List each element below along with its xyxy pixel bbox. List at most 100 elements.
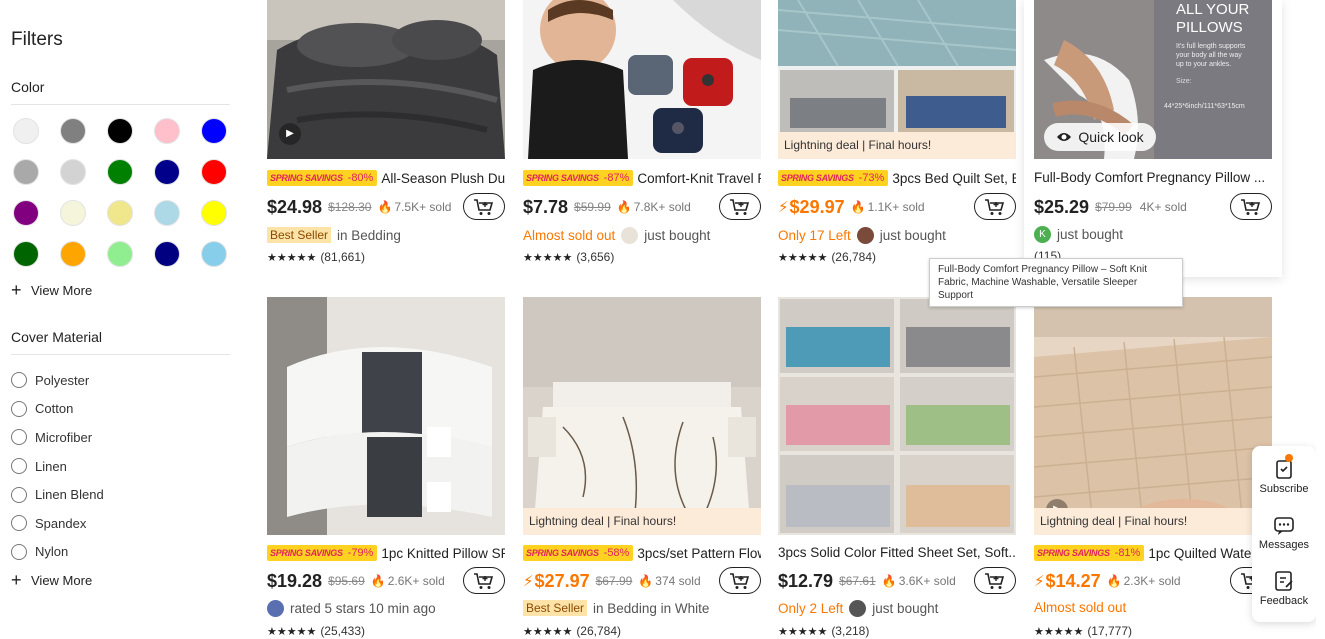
color-swatch[interactable]	[60, 200, 86, 226]
messages-label: Messages	[1258, 539, 1310, 551]
add-to-cart-button[interactable]	[719, 567, 761, 594]
category-text[interactable]: in Bedding	[337, 228, 401, 243]
radio-button[interactable]	[11, 515, 27, 532]
play-icon[interactable]: ▶	[279, 123, 301, 145]
add-to-cart-button[interactable]	[463, 567, 505, 594]
lightning-icon: ⚡	[1034, 573, 1045, 590]
title-text: 3pcs Solid Color Fitted Sheet Set, Soft.…	[778, 545, 1016, 560]
cart-icon	[985, 198, 1005, 215]
product-image[interactable]	[778, 297, 1016, 535]
rating-row: ★★★★★ (17,777)	[1034, 624, 1132, 638]
product-card[interactable]: ▶ SPRING SAVINGS -80% All-Season Plush Du…	[267, 0, 505, 280]
radio-button[interactable]	[11, 429, 27, 446]
color-swatch[interactable]	[60, 118, 86, 144]
product-title[interactable]: SPRING SAVINGS-73% 3pcs Bed Quilt Set, B…	[778, 170, 1016, 186]
material-label: Spandex	[35, 515, 87, 531]
product-title[interactable]: SPRING SAVINGS-81% 1pc Quilted Waterproo…	[1034, 545, 1272, 561]
price-row: $24.98 $128.30 🔥 7.5K+ sold	[267, 193, 505, 221]
color-swatch[interactable]	[154, 200, 180, 226]
product-title[interactable]: SPRING SAVINGS-58% 3pcs/set Pattern Flow…	[523, 545, 761, 561]
old-price: $67.99	[595, 574, 633, 588]
meta-row: K just bought	[1034, 226, 1272, 243]
color-swatch[interactable]	[154, 159, 180, 185]
radio-button[interactable]	[11, 543, 27, 560]
color-swatches	[13, 118, 233, 267]
lightning-deal-banner: Lightning deal | Final hours!	[778, 132, 1016, 159]
product-image[interactable]	[523, 0, 761, 159]
material-option-linen-blend[interactable]: Linen Blend	[11, 480, 104, 509]
title-text: 3pcs Bed Quilt Set, Bedspread...	[892, 170, 1016, 186]
color-swatch[interactable]	[201, 159, 227, 185]
price-row: $12.79 $67.61 🔥 3.6K+ sold	[778, 567, 1016, 595]
view-more-materials-button[interactable]: + View More	[11, 571, 92, 589]
product-card[interactable]: ▶ Lightning deal | Final hours! SPRING S…	[1034, 297, 1272, 639]
product-card[interactable]: 3pcs Solid Color Fitted Sheet Set, Soft.…	[778, 297, 1016, 639]
quick-look-button[interactable]: Quick look	[1044, 123, 1156, 151]
social-proof-text: just bought	[872, 601, 939, 616]
subscribe-button[interactable]: Subscribe	[1252, 456, 1316, 495]
color-swatch[interactable]	[13, 241, 39, 267]
material-option-cotton[interactable]: Cotton	[11, 395, 104, 424]
notification-dot	[1285, 454, 1293, 462]
discount-label: -73%	[856, 170, 889, 186]
product-title[interactable]: SPRING SAVINGS-80% All-Season Plush Duve…	[267, 170, 505, 186]
add-to-cart-button[interactable]	[974, 193, 1016, 220]
meta-row: Only 2 Left just bought	[778, 600, 1016, 617]
social-proof-text: just bought	[1057, 227, 1124, 242]
color-swatch[interactable]	[201, 200, 227, 226]
product-title[interactable]: SPRING SAVINGS-87% Comfort-Knit Travel P…	[523, 170, 761, 186]
product-image[interactable]	[267, 297, 505, 535]
product-card-hovered[interactable]: ALL YOUR PILLOWS It's full length support…	[1024, 0, 1282, 277]
material-option-nylon[interactable]: Nylon	[11, 538, 104, 567]
add-to-cart-button[interactable]	[719, 193, 761, 220]
product-card[interactable]: SPRING SAVINGS-79% 1pc Knitted Pillow SP…	[267, 297, 505, 639]
product-title-tooltip: Full-Body Comfort Pregnancy Pillow – Sof…	[929, 258, 1183, 307]
product-image[interactable]: Lightning deal | Final hours!	[523, 297, 761, 535]
add-to-cart-button[interactable]	[463, 193, 505, 220]
color-swatch[interactable]	[13, 159, 39, 185]
view-more-colors-button[interactable]: + View More	[11, 281, 92, 299]
category-text[interactable]: in Bedding in White	[593, 601, 709, 616]
product-card[interactable]: SPRING SAVINGS-87% Comfort-Knit Travel P…	[523, 0, 761, 280]
add-to-cart-button[interactable]	[974, 567, 1016, 594]
product-image[interactable]: ALL YOUR PILLOWS It's full length support…	[1034, 0, 1272, 159]
color-swatch[interactable]	[13, 118, 39, 144]
material-option-linen[interactable]: Linen	[11, 452, 104, 481]
color-swatch[interactable]	[107, 200, 133, 226]
color-swatch[interactable]	[107, 241, 133, 267]
material-option-microfiber[interactable]: Microfiber	[11, 423, 104, 452]
star-rating: ★★★★★	[1034, 625, 1084, 638]
color-swatch[interactable]	[107, 159, 133, 185]
product-card[interactable]: Lightning deal | Final hours! SPRING SAV…	[778, 0, 1016, 280]
radio-button[interactable]	[11, 400, 27, 417]
color-swatch[interactable]	[13, 200, 39, 226]
color-swatch[interactable]	[60, 241, 86, 267]
radio-button[interactable]	[11, 458, 27, 475]
material-option-spandex[interactable]: Spandex	[11, 509, 104, 538]
sold-count: 3.6K+ sold	[898, 574, 956, 588]
color-swatch[interactable]	[154, 118, 180, 144]
product-image[interactable]: Lightning deal | Final hours!	[778, 0, 1016, 159]
color-swatch[interactable]	[201, 118, 227, 144]
price-row: ⚡ $14.27 🔥 2.3K+ sold	[1034, 567, 1272, 595]
best-seller-tag: Best Seller	[267, 227, 332, 243]
product-title[interactable]: Full-Body Comfort Pregnancy Pillow ...	[1034, 170, 1272, 185]
color-swatch[interactable]	[60, 159, 86, 185]
old-price: $95.69	[328, 574, 365, 588]
feedback-button[interactable]: Feedback	[1252, 570, 1316, 607]
cart-icon	[474, 198, 494, 215]
color-swatch[interactable]	[201, 241, 227, 267]
add-to-cart-button[interactable]	[1230, 193, 1272, 220]
product-title[interactable]: SPRING SAVINGS-79% 1pc Knitted Pillow SP…	[267, 545, 505, 561]
radio-button[interactable]	[11, 486, 27, 503]
product-image[interactable]: ▶	[267, 0, 505, 159]
lightning-deal-banner: Lightning deal | Final hours!	[523, 508, 761, 535]
color-swatch[interactable]	[154, 241, 180, 267]
product-title[interactable]: 3pcs Solid Color Fitted Sheet Set, Soft.…	[778, 545, 1016, 560]
radio-button[interactable]	[11, 372, 27, 389]
product-card[interactable]: Lightning deal | Final hours! SPRING SAV…	[523, 297, 761, 639]
messages-button[interactable]: Messages	[1252, 516, 1316, 551]
material-option-polyester[interactable]: Polyester	[11, 366, 104, 395]
color-swatch[interactable]	[107, 118, 133, 144]
product-image[interactable]: ▶ Lightning deal | Final hours!	[1034, 297, 1272, 535]
